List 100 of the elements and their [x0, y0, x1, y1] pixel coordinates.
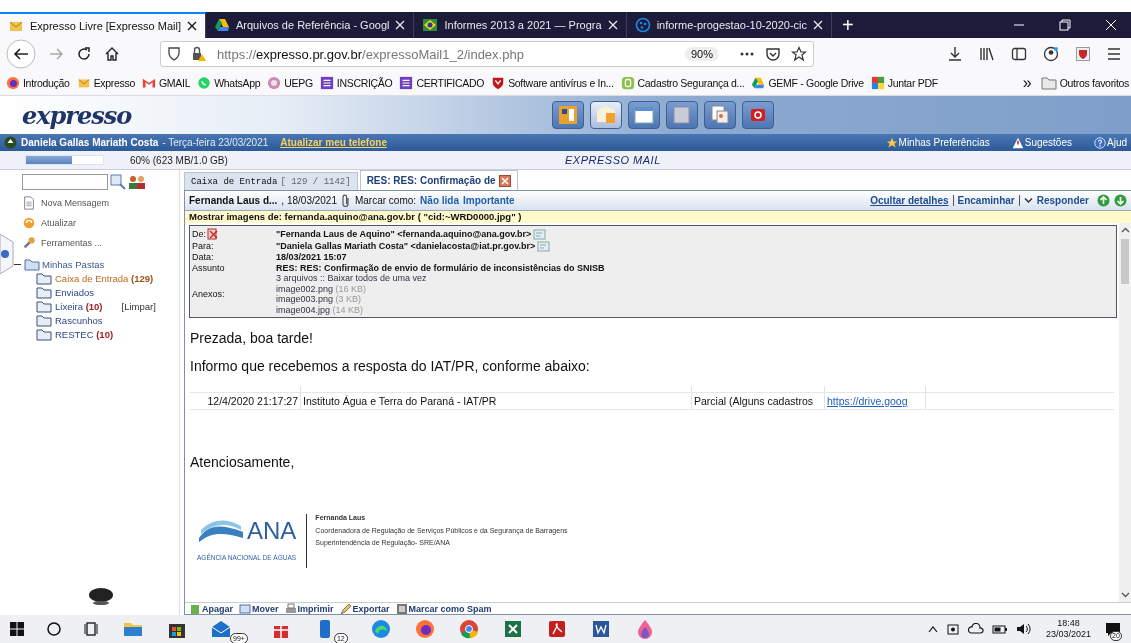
next-icon[interactable]: [1114, 194, 1127, 207]
toolbar-button[interactable]: Exportar: [339, 602, 390, 615]
folder-item[interactable]: Rascunhos: [55, 315, 103, 326]
header-link[interactable]: Minhas Preferências: [885, 136, 990, 149]
user-name: Daniela Gallas Mariath Costa: [21, 137, 159, 148]
library-icon[interactable]: [979, 46, 995, 62]
closing-text: Atenciosamente,: [190, 454, 296, 470]
folder-item[interactable]: Enviados: [55, 287, 95, 298]
search-icon[interactable]: [46, 621, 62, 637]
bookmark[interactable]: Software antivírus e In...: [491, 75, 614, 90]
triangle-icon: [214, 17, 230, 33]
folder-item[interactable]: RESTEC (10): [55, 329, 114, 340]
clear-link[interactable]: [Limpar]: [121, 301, 156, 312]
menu-icon[interactable]: [1107, 46, 1121, 62]
previous-icon[interactable]: [1097, 194, 1110, 207]
bookmark-folder[interactable]: Outros favoritos: [1040, 75, 1129, 90]
message-action-link[interactable]: Encaminhar: [957, 195, 1020, 206]
meet-icon[interactable]: [945, 622, 960, 636]
toolbar-button[interactable]: Apagar: [189, 602, 233, 615]
star-icon[interactable]: [791, 46, 807, 62]
date-text: , 18/03/2021: [281, 195, 337, 206]
mark-link[interactable]: Importante: [463, 195, 515, 206]
mail-tab[interactable]: RES: RES: Confirmação de: [359, 170, 518, 190]
folder-item[interactable]: Lixeira (10): [55, 301, 103, 312]
pocket-icon[interactable]: [765, 46, 781, 62]
toolbar-button[interactable]: Imprimir: [284, 602, 334, 615]
clock-time[interactable]: 18:48: [1057, 618, 1080, 629]
close-icon[interactable]: [187, 21, 197, 31]
account-icon[interactable]: [1043, 46, 1059, 62]
browser-tab[interactable]: Expresso Livre [Expresso Mail]: [0, 12, 206, 38]
message-action-link[interactable]: Responder: [1036, 195, 1093, 206]
scrollbar[interactable]: [1119, 223, 1131, 602]
download-icon[interactable]: [947, 46, 963, 62]
back-icon[interactable]: [6, 39, 36, 69]
bookmark[interactable]: GEMF - Google Drive: [751, 75, 864, 90]
browser-icon[interactable]: [413, 618, 436, 640]
scroll-thumb[interactable]: [1121, 239, 1129, 284]
task-view-icon[interactable]: [84, 621, 100, 637]
list-icon: [399, 75, 414, 90]
leaf-icon: [620, 75, 635, 90]
cloud-icon[interactable]: [967, 623, 984, 635]
chevron-up-icon[interactable]: [927, 625, 938, 633]
bookmark[interactable]: GMAIL: [142, 75, 191, 90]
home-icon[interactable]: [104, 46, 120, 62]
toolbar-button[interactable]: Mover: [239, 602, 279, 615]
clock-date[interactable]: 23/03/2021: [1045, 629, 1091, 640]
bookmark[interactable]: INSCRIÇÃO: [319, 75, 393, 90]
battery-icon[interactable]: [991, 623, 1008, 635]
header-link[interactable]: Ajud: [1094, 136, 1127, 149]
header-link[interactable]: Sugestões: [1011, 136, 1072, 149]
bookmark[interactable]: Cadastro Segurança d...: [620, 75, 745, 90]
reload-icon[interactable]: [76, 46, 92, 62]
browser-icon[interactable]: [369, 618, 392, 640]
bookmark[interactable]: WhatsApp: [197, 75, 261, 90]
mark-link[interactable]: Não lida: [420, 195, 459, 206]
module-button[interactable]: [552, 101, 584, 129]
new-tab-button[interactable]: +: [832, 12, 864, 38]
search-field[interactable]: [22, 174, 108, 190]
people-icon[interactable]: [128, 174, 146, 190]
sidebar-icon[interactable]: [1011, 46, 1027, 62]
address-bar[interactable]: https://expresso.pr.gov.br/expressoMail1_2/index.php 90%: [160, 41, 814, 67]
toolbar-button[interactable]: Marcar como Spam: [395, 602, 492, 615]
contact-remove-icon[interactable]: [207, 228, 219, 240]
module-button[interactable]: [704, 101, 736, 129]
table-link[interactable]: https://drive.goog: [825, 393, 926, 409]
update-phone-link[interactable]: Atualizar meu telefone: [280, 137, 387, 148]
page-icon: [22, 196, 36, 210]
bookmark[interactable]: UEPG: [267, 75, 313, 90]
message-action-link[interactable]: Ocultar detalhes: [870, 195, 954, 206]
module-button[interactable]: [590, 101, 622, 129]
folder-icon: [24, 258, 40, 271]
start-icon[interactable]: [10, 622, 24, 636]
attachment-link[interactable]: image002.png (16 KB): [276, 283, 367, 294]
more-bookmarks-button[interactable]: »: [1022, 73, 1032, 92]
folder-item[interactable]: Caixa de Entrada (129): [55, 273, 154, 284]
download-all-link[interactable]: 3 arquivos :: Baixar todos de uma vez: [276, 273, 427, 284]
sidebar-action[interactable]: Atualizar: [22, 216, 179, 230]
bookmark[interactable]: Juntar PDF: [870, 75, 938, 90]
attachment-link[interactable]: image004.jpg (14 KB): [276, 304, 364, 315]
notification-icon[interactable]: [1105, 621, 1121, 637]
shield-icon[interactable]: [1075, 46, 1091, 62]
zoom-badge[interactable]: 90%: [684, 47, 719, 61]
sidebar-action[interactable]: Nova Mensagem: [22, 196, 179, 210]
panel-toggle-icon[interactable]: [0, 234, 14, 274]
bookmark[interactable]: Expresso: [76, 75, 135, 90]
module-button[interactable]: [742, 101, 774, 129]
bookmark[interactable]: CERTIFICADO: [399, 75, 485, 90]
module-button[interactable]: [628, 101, 660, 129]
speaker-icon[interactable]: [1015, 622, 1032, 636]
sidebar-action[interactable]: Ferramentas ...: [22, 236, 179, 250]
restore-icon[interactable]: [1059, 19, 1071, 31]
module-button[interactable]: [666, 101, 698, 129]
mail-tab[interactable]: Caixa de Entrada [ 129 / 1142]: [184, 172, 358, 190]
bookmark[interactable]: Introdução: [6, 75, 70, 90]
lock-warning-icon: [191, 46, 207, 62]
folder-item[interactable]: Minhas Pastas: [42, 259, 105, 270]
show-images-link[interactable]: Mostrar imagens de: fernanda.aquino@ana.gov.br ( "cid:~WRD0000.jpg" ): [185, 211, 1131, 223]
envelope-icon[interactable]: [210, 618, 232, 640]
attachment-link[interactable]: image003.png (3 KB): [276, 294, 362, 305]
browser-icon[interactable]: [457, 618, 480, 640]
